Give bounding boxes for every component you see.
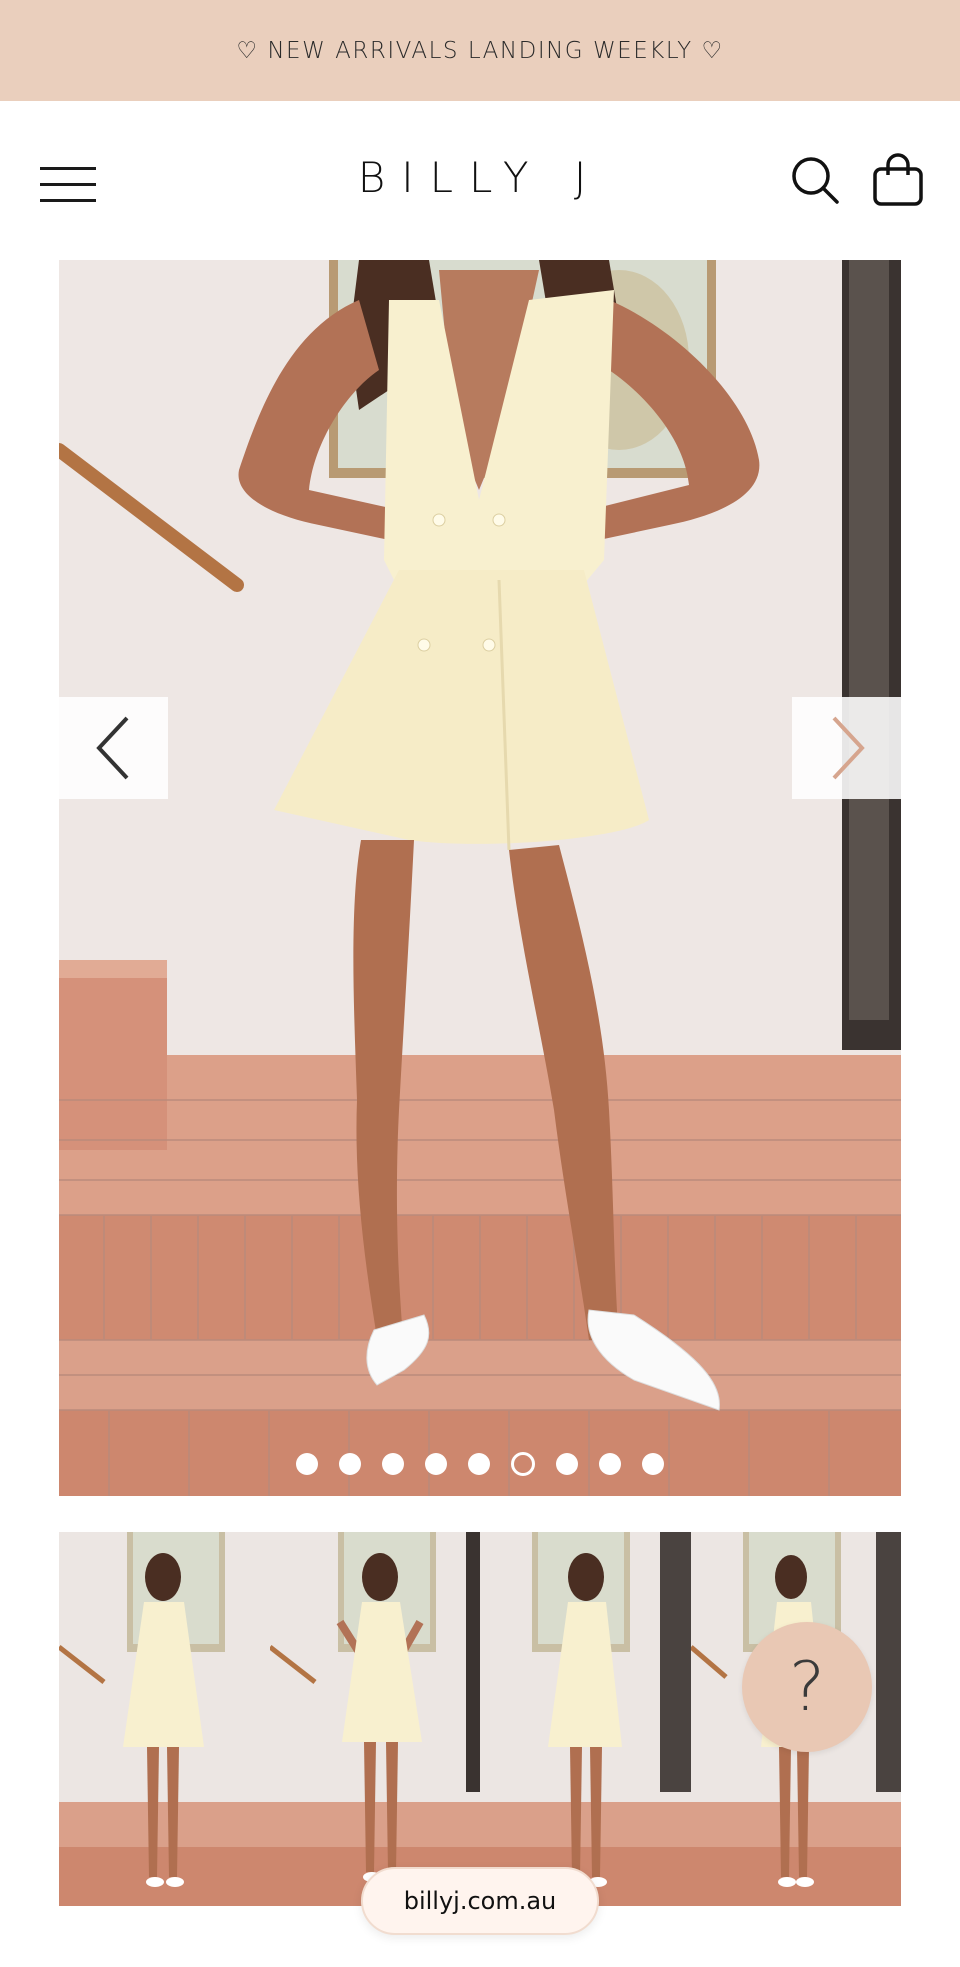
carousel-dot[interactable] (425, 1453, 447, 1475)
thumbnail-3[interactable] (480, 1532, 691, 1906)
product-main-image (59, 260, 901, 1496)
carousel-dot-active[interactable] (511, 1452, 535, 1476)
carousel-dots (59, 1452, 901, 1476)
next-image-button[interactable] (792, 697, 901, 799)
prev-image-button[interactable] (59, 697, 168, 799)
carousel-dot[interactable] (468, 1453, 490, 1475)
announcement-bar: ♡ NEW ARRIVALS LANDING WEEKLY ♡ (0, 0, 960, 101)
site-header: BILLY J (0, 101, 960, 259)
thumbnail-2[interactable] (269, 1532, 480, 1906)
help-label: ? (788, 1647, 826, 1727)
chevron-left-icon (95, 716, 128, 780)
carousel-dot[interactable] (382, 1453, 404, 1475)
chevron-right-icon (832, 716, 865, 780)
url-text: billyj.com.au (403, 1887, 557, 1915)
thumbnail-1[interactable] (59, 1532, 270, 1906)
carousel-dot[interactable] (642, 1453, 664, 1475)
carousel-dot[interactable] (339, 1453, 361, 1475)
announcement-text: ♡ NEW ARRIVALS LANDING WEEKLY ♡ (236, 37, 724, 64)
help-button[interactable]: ? (742, 1622, 872, 1752)
search-icon[interactable] (790, 155, 840, 205)
carousel-dot[interactable] (296, 1453, 318, 1475)
product-image-carousel[interactable] (59, 260, 901, 1496)
carousel-dot[interactable] (599, 1453, 621, 1475)
shopping-bag-icon[interactable] (872, 153, 924, 207)
browser-url-bar[interactable]: billyj.com.au (361, 1867, 599, 1935)
carousel-dot[interactable] (556, 1453, 578, 1475)
